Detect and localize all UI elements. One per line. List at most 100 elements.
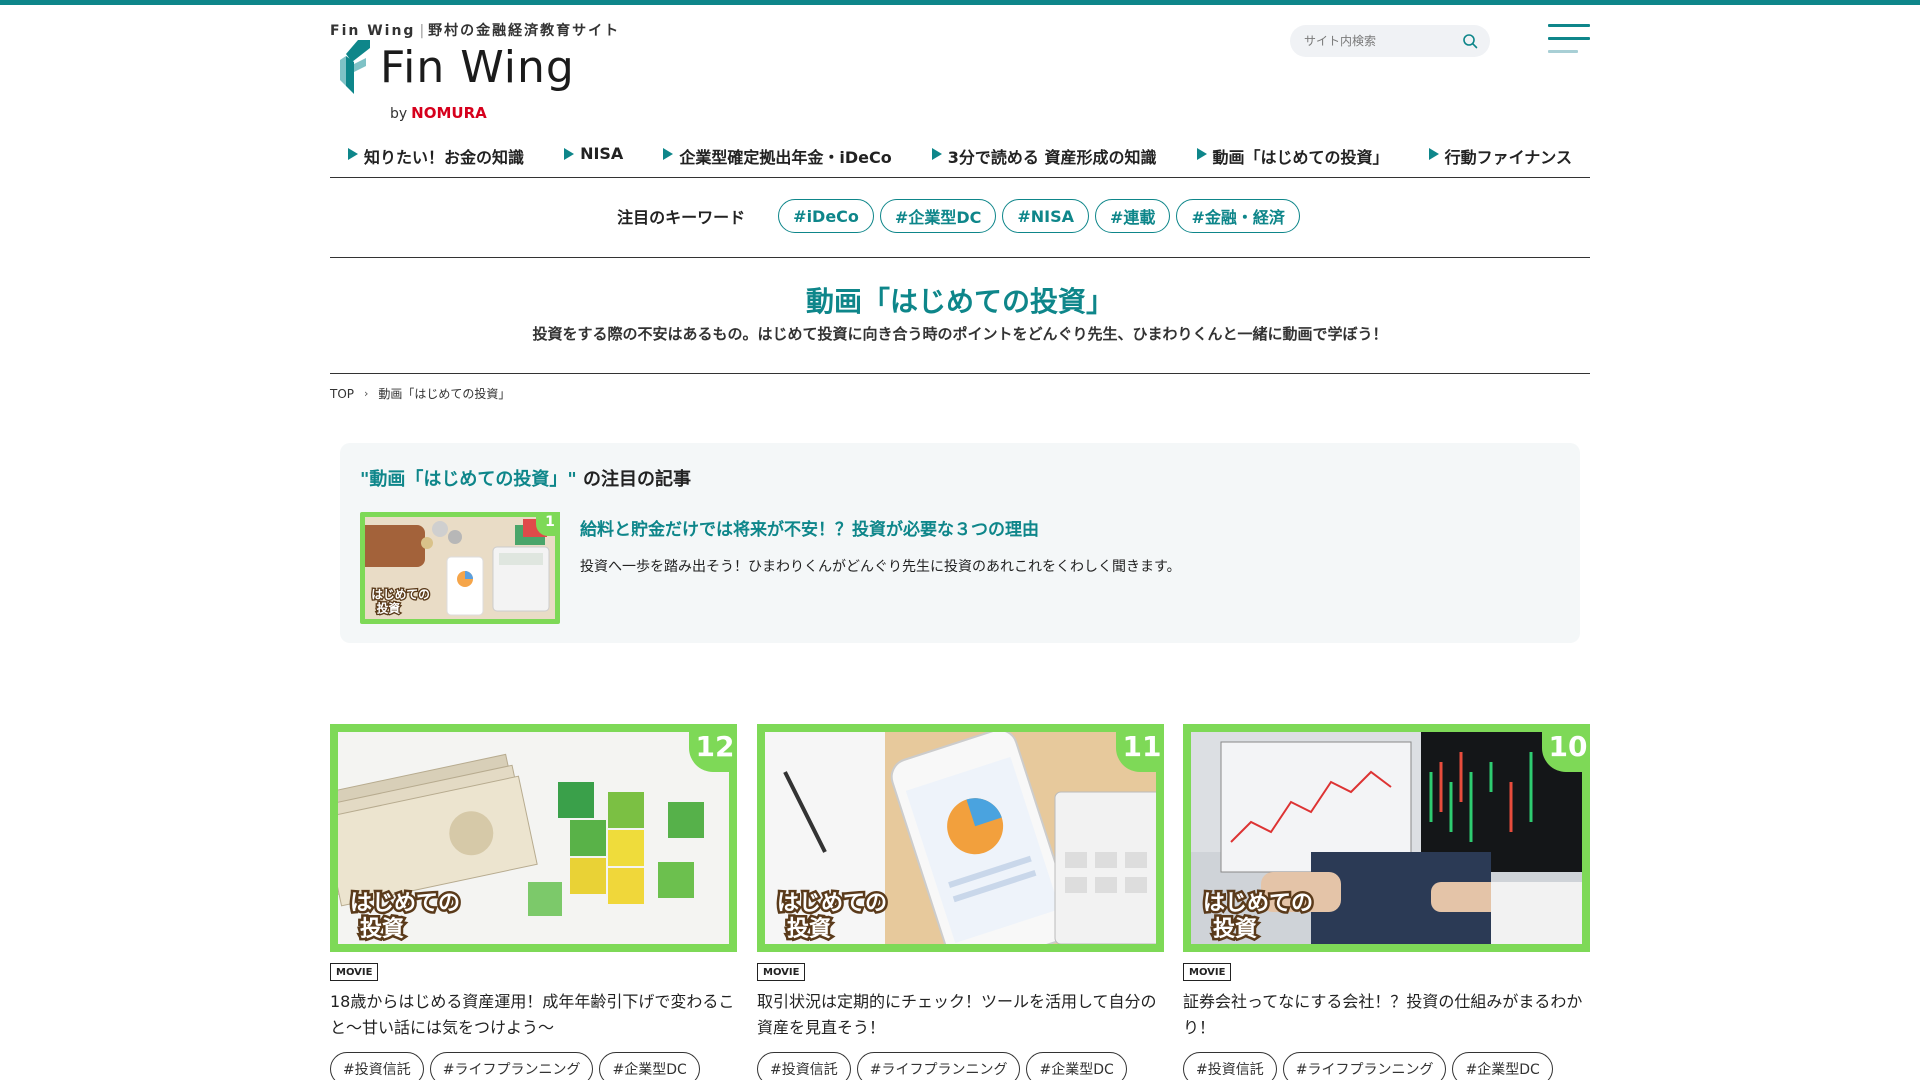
keyword-tag[interactable]: #NISA: [1002, 199, 1090, 233]
hajimete-toushi-stamp-icon: はじめての 投資: [348, 889, 463, 943]
article-tag[interactable]: #投資信託: [330, 1052, 424, 1080]
logo-wordmark: Fin Wing: [380, 42, 575, 93]
article-thumbnail-image: はじめての 投資: [338, 732, 729, 944]
search-icon[interactable]: [1462, 33, 1478, 49]
tagline-separator: |: [419, 23, 425, 39]
site-logo[interactable]: Fin Wing by NOMURA: [340, 38, 574, 128]
article-tag[interactable]: #企業型DC: [1452, 1052, 1553, 1080]
site-search: [1290, 25, 1490, 57]
featured-thumbnail-image: はじめての 投資: [365, 517, 555, 619]
site-tagline: Fin Wing | 野村の金融経済教育サイト: [330, 20, 620, 40]
article-tag[interactable]: #ライフプランニング: [1282, 1052, 1447, 1080]
divider: [330, 257, 1590, 258]
nav-item-nisa[interactable]: NISA: [564, 140, 623, 177]
keyword-tag[interactable]: #金融・経済: [1176, 199, 1300, 233]
tagline-brand: Fin Wing: [330, 23, 416, 39]
category-badge: MOVIE: [330, 963, 379, 981]
stamp-line1: はじめての: [1203, 891, 1313, 916]
category-badge: MOVIE: [757, 963, 806, 981]
breadcrumb-current: 動画「はじめての投資」: [378, 387, 511, 401]
logo-byline: by NOMURA: [390, 104, 487, 122]
triangle-right-icon: [931, 148, 942, 160]
main-nav: 知りたい！お金の知識 NISA 企業型確定拠出年金・iDeCo 3分で読める 資…: [330, 140, 1590, 178]
menu-line: [1548, 50, 1578, 53]
stamp-line1: はじめての: [777, 891, 887, 916]
page-title: 動画「はじめての投資」: [805, 285, 1114, 318]
article-number-badge: 12: [689, 724, 737, 772]
triangle-right-icon: [1428, 148, 1439, 160]
nav-item-label: 知りたい！お金の知識: [364, 148, 525, 167]
stamp-line2: 投資: [360, 916, 404, 942]
logo-by-word: by: [390, 106, 408, 122]
article-tag[interactable]: #ライフプランニング: [429, 1052, 594, 1080]
divider: [330, 373, 1590, 374]
hajimete-toushi-stamp-icon: はじめての 投資: [775, 889, 890, 943]
stamp-line2: 投資: [1213, 916, 1257, 942]
nav-item-label: 動画「はじめての投資」: [1212, 148, 1389, 167]
stamp-line1: はじめての: [371, 587, 430, 601]
article-number-badge: 11: [1116, 724, 1164, 772]
stamp-line2: 投資: [377, 601, 401, 615]
triangle-right-icon: [663, 148, 674, 160]
featured-heading-rest: の注目の記事: [576, 469, 692, 490]
nav-item-label: 企業型確定拠出年金・iDeCo: [679, 148, 892, 167]
nav-item-label: NISA: [580, 144, 624, 163]
keyword-tag[interactable]: #iDeCo: [778, 199, 874, 233]
article-thumbnail[interactable]: はじめての 投資 12: [330, 724, 737, 952]
menu-line: [1548, 37, 1590, 40]
article-title[interactable]: 取引状況は定期的にチェック！ツールを活用して自分の資産を見直そう！: [757, 989, 1164, 1041]
nav-item-label: 行動ファイナンス: [1444, 148, 1572, 167]
article-tag[interactable]: #投資信託: [1183, 1052, 1277, 1080]
article-title[interactable]: 18歳からはじめる資産運用！成年年齢引下げで変わること〜甘い話には気をつけよう〜: [330, 989, 737, 1041]
article-thumbnail-image: はじめての 投資: [1191, 732, 1582, 944]
stamp-line2: 投資: [787, 916, 831, 942]
nav-item-asset-building[interactable]: 3分で読める 資産形成の知識: [931, 140, 1157, 177]
article-thumbnail-image: はじめての 投資: [765, 732, 1156, 944]
featured-article-box: "動画「はじめての投資」" の注目の記事 はじめての 投資 1 給料と貯金だけで…: [340, 443, 1580, 643]
breadcrumb: TOP › 動画「はじめての投資」: [330, 385, 510, 402]
featured-thumbnail[interactable]: はじめての 投資 1: [360, 512, 560, 624]
triangle-right-icon: [348, 148, 358, 160]
featured-article-description: 投資へ一歩を踏み出そう！ひまわりくんがどんぐり先生に投資のあれこれをくわしく聞き…: [580, 559, 1181, 575]
article-card: はじめての 投資 12 MOVIE 18歳からはじめる資産運用！成年年齢引下げで…: [330, 724, 737, 1080]
article-card: はじめての 投資 11 MOVIE 取引状況は定期的にチェック！ツールを活用して…: [757, 724, 1164, 1080]
nav-item-first-investment-video[interactable]: 動画「はじめての投資」: [1196, 140, 1389, 177]
page-description: 投資をする際の不安はあるもの。はじめて投資に向き合う時のポイントをどんぐり先生、…: [532, 325, 1388, 343]
article-tags: #投資信託 #ライフプランニング #企業型DC: [1183, 1052, 1559, 1080]
hajimete-toushi-stamp-icon: はじめての 投資: [370, 586, 431, 617]
nav-item-behavioral-finance[interactable]: 行動ファイナンス: [1428, 140, 1572, 177]
logo-company: NOMURA: [411, 104, 487, 122]
nav-item-label: 3分で読める 資産形成の知識: [947, 148, 1157, 167]
nav-item-money-knowledge[interactable]: 知りたい！お金の知識: [348, 140, 524, 177]
category-badge: MOVIE: [1183, 963, 1232, 981]
search-input[interactable]: [1304, 31, 1454, 51]
chevron-right-icon: ›: [364, 387, 369, 400]
article-tag[interactable]: #企業型DC: [599, 1052, 700, 1080]
article-tag[interactable]: #ライフプランニング: [856, 1052, 1021, 1080]
nav-item-dc-ideco[interactable]: 企業型確定拠出年金・iDeCo: [663, 140, 892, 177]
top-accent-bar: [0, 0, 1920, 5]
article-tag[interactable]: #企業型DC: [1026, 1052, 1127, 1080]
article-card: はじめての 投資 10 MOVIE 証券会社ってなにする会社！？投資の仕組みがま…: [1183, 724, 1590, 1080]
keyword-tag[interactable]: #企業型DC: [879, 199, 997, 233]
triangle-right-icon: [1196, 148, 1207, 160]
featured-keywords: 注目のキーワード #iDeCo #企業型DC #NISA #連載 #金融・経済: [330, 196, 1590, 236]
article-thumbnail[interactable]: はじめての 投資 10: [1183, 724, 1590, 952]
breadcrumb-home-link[interactable]: TOP: [330, 387, 354, 401]
article-tag[interactable]: #投資信託: [757, 1052, 851, 1080]
triangle-right-icon: [564, 148, 575, 160]
article-thumbnail[interactable]: はじめての 投資 11: [757, 724, 1164, 952]
article-number-badge: 1: [536, 512, 560, 536]
keywords-label: 注目のキーワード: [617, 208, 746, 227]
keyword-tag[interactable]: #連載: [1095, 199, 1171, 233]
stamp-line1: はじめての: [350, 891, 460, 916]
article-tags: #投資信託 #ライフプランニング #企業型DC: [330, 1052, 706, 1080]
menu-line: [1548, 24, 1590, 27]
featured-heading-accent: "動画「はじめての投資」": [360, 469, 577, 490]
article-number-badge: 10: [1542, 724, 1590, 772]
fin-wing-logo-icon: [340, 40, 370, 94]
featured-article-title[interactable]: 給料と貯金だけでは将来が不安！？投資が必要な３つの理由: [580, 515, 1039, 540]
hajimete-toushi-stamp-icon: はじめての 投資: [1201, 889, 1316, 943]
hamburger-menu-icon[interactable]: [1548, 22, 1590, 56]
article-title[interactable]: 証券会社ってなにする会社！？投資の仕組みがまるわかり！: [1183, 989, 1590, 1041]
